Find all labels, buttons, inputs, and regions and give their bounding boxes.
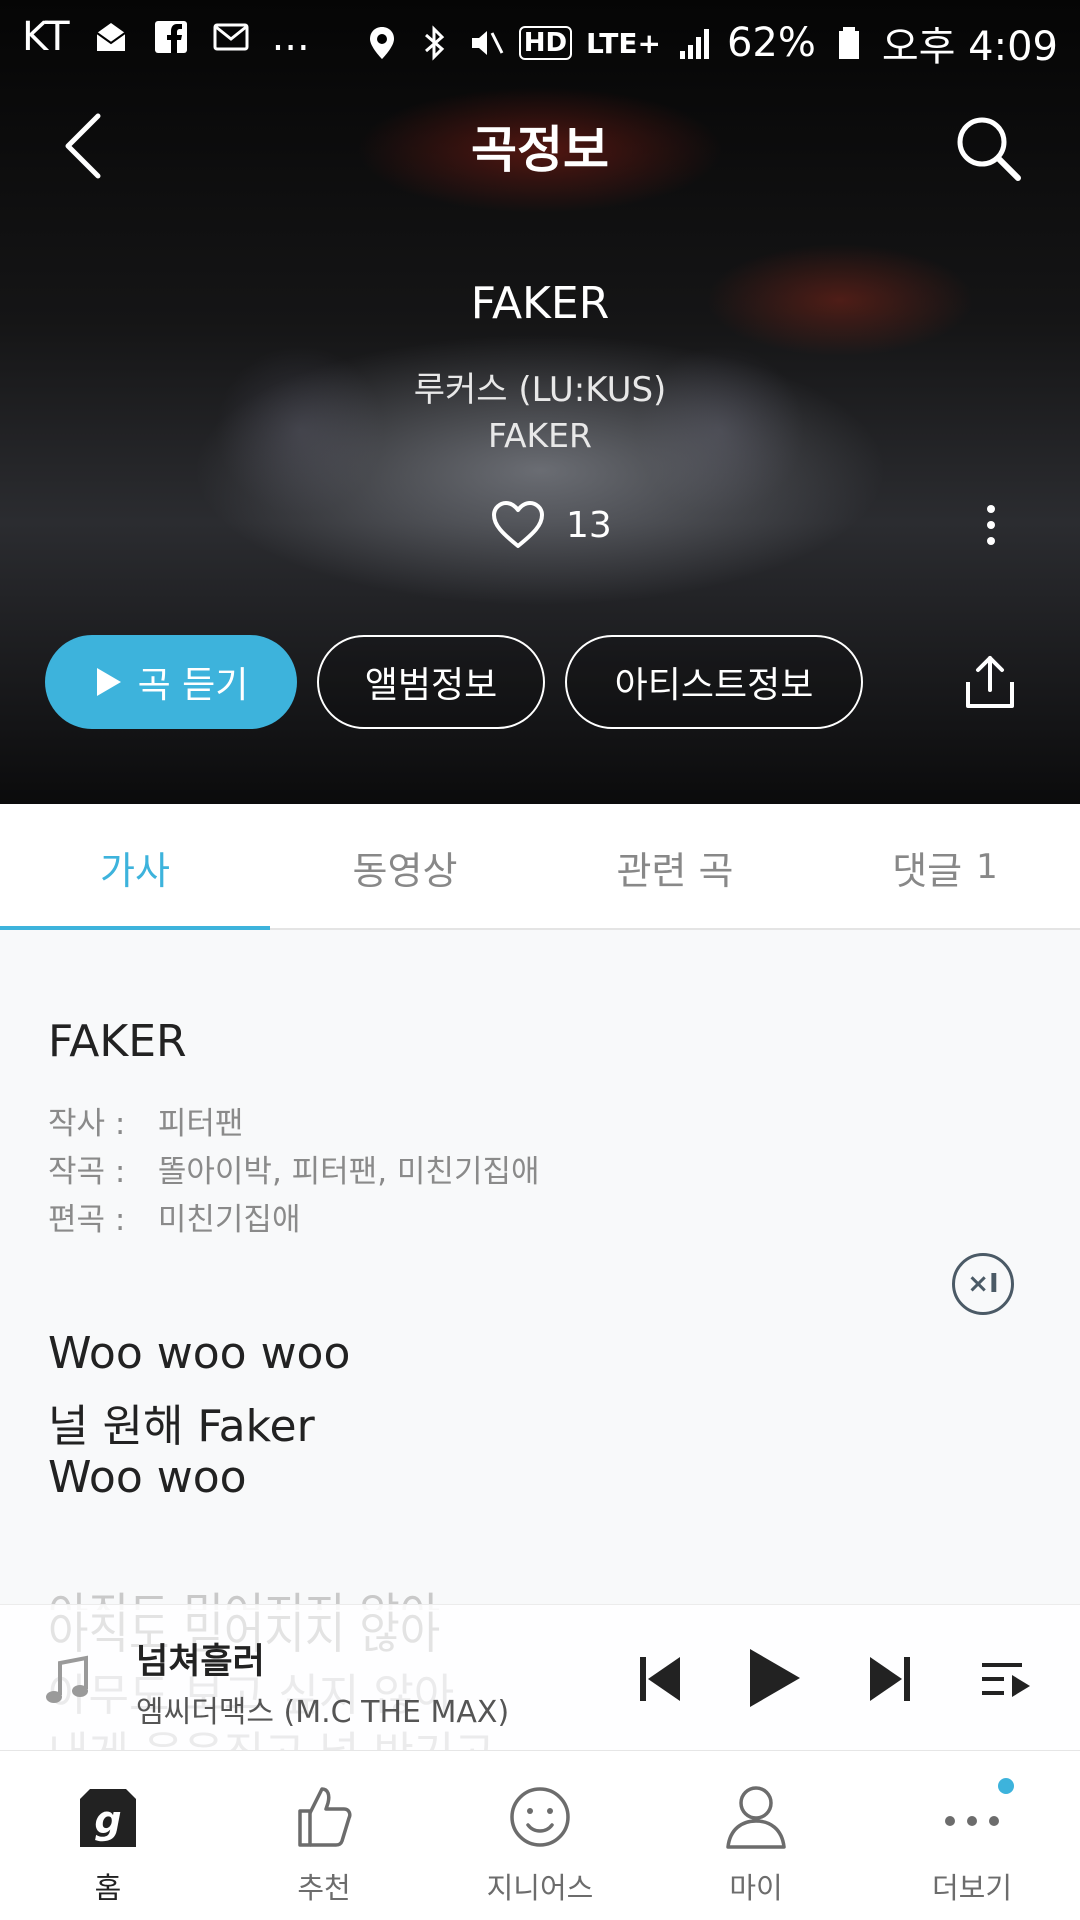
credit-key: 편곡 : bbox=[48, 1202, 126, 1238]
like-button[interactable]: 13 bbox=[490, 500, 612, 550]
nav-home-label: 홈 bbox=[94, 1871, 122, 1905]
share-icon bbox=[966, 656, 1014, 708]
heart-icon bbox=[492, 501, 544, 548]
lyrics-toggle-label: ×I bbox=[967, 1269, 999, 1299]
credit-value: 피터팬 bbox=[157, 1106, 244, 1142]
play-button[interactable] bbox=[742, 1645, 804, 1711]
tab-videos[interactable]: 동영상 bbox=[270, 804, 540, 930]
lyrics-toggle-button[interactable]: ×I bbox=[952, 1253, 1014, 1315]
location-icon bbox=[363, 24, 401, 62]
credit-lyricist: 작사 : 피터팬 bbox=[48, 1098, 243, 1143]
lyrics-song-title: FAKER bbox=[48, 1016, 187, 1067]
mail-notification-icon bbox=[92, 18, 130, 56]
lyric-line: 널 원해 Faker bbox=[48, 1401, 315, 1452]
artist-info-label: 아티스트정보 bbox=[614, 665, 814, 706]
tab-comments-label: 댓글 bbox=[892, 848, 963, 893]
next-button[interactable] bbox=[866, 1649, 914, 1709]
play-icon bbox=[96, 668, 121, 696]
artist-name[interactable]: 루커스 (LU:KUS) bbox=[0, 362, 1080, 411]
search-icon bbox=[957, 117, 1021, 181]
playlist-icon bbox=[982, 1663, 1030, 1697]
svg-text:g: g bbox=[94, 1798, 121, 1842]
nav-genius[interactable]: 지니어스 bbox=[432, 1751, 648, 1920]
listen-label: 곡 듣기 bbox=[137, 665, 249, 706]
album-info-button[interactable]: 앨범정보 bbox=[317, 635, 545, 729]
page-title: 곡정보 bbox=[471, 121, 609, 179]
credit-key: 작곡 : bbox=[48, 1154, 126, 1190]
lyric-line: Woo woo bbox=[48, 1452, 247, 1503]
artist-info-button[interactable]: 아티스트정보 bbox=[565, 635, 863, 729]
more-options-button[interactable] bbox=[976, 502, 1006, 548]
skip-previous-icon bbox=[640, 1657, 680, 1701]
credit-value: 똘아이박, 피터팬, 미친기집애 bbox=[157, 1154, 540, 1190]
nav-recommend-label: 추천 bbox=[297, 1871, 351, 1905]
song-title: FAKER bbox=[470, 278, 610, 329]
nav-my[interactable]: 마이 bbox=[648, 1751, 864, 1920]
tab-lyrics-label: 가사 bbox=[100, 848, 170, 893]
bluetooth-icon bbox=[415, 24, 453, 62]
new-badge-dot bbox=[998, 1778, 1014, 1794]
tab-lyrics[interactable]: 가사 bbox=[0, 804, 270, 930]
mute-icon bbox=[467, 24, 505, 62]
skip-next-icon bbox=[870, 1657, 910, 1701]
person-icon bbox=[724, 1781, 788, 1851]
battery-percent: 62% bbox=[726, 20, 816, 66]
notification-overflow: ... bbox=[271, 14, 310, 60]
search-button[interactable] bbox=[952, 112, 1024, 184]
playlist-button[interactable] bbox=[978, 1649, 1034, 1709]
gmail-icon bbox=[212, 18, 250, 56]
credit-arranger: 편곡 : 미친기집애 bbox=[48, 1194, 300, 1239]
detail-tabs: 가사 동영상 관련 곡 댓글 1 bbox=[0, 804, 1080, 932]
listen-button[interactable]: 곡 듣기 bbox=[45, 635, 297, 729]
nav-more[interactable]: 더보기 bbox=[864, 1751, 1080, 1920]
nav-more-label: 더보기 bbox=[931, 1871, 1013, 1905]
tab-videos-label: 동영상 bbox=[352, 848, 458, 893]
nav-genius-label: 지니어스 bbox=[486, 1871, 594, 1905]
album-info-label: 앨범정보 bbox=[364, 665, 498, 706]
thumbs-up-icon bbox=[292, 1781, 356, 1851]
comment-count: 1 bbox=[976, 847, 998, 887]
clock: 오후 4:09 bbox=[881, 24, 1058, 70]
now-playing-artist: 엠씨더맥스 (M.C THE MAX) bbox=[136, 1695, 510, 1730]
status-bar: KT ... HD LTE+ 62% 오후 4:09 bbox=[0, 0, 1080, 74]
smile-icon bbox=[508, 1781, 572, 1851]
carrier-label: KT bbox=[22, 14, 70, 60]
facebook-icon bbox=[152, 18, 190, 56]
network-type: LTE+ bbox=[586, 26, 661, 60]
lyrics-panel: FAKER 작사 : 피터팬 작곡 : 똘아이박, 피터팬, 미친기집애 편곡 … bbox=[0, 930, 1080, 1610]
nav-home[interactable]: g 홈 bbox=[0, 1751, 216, 1920]
mini-player[interactable]: 아직도 믿어지지 않아 아무도 보고 싶지 않아 내게 웃음짓고 널 반기고 넘… bbox=[0, 1604, 1080, 1779]
previous-button[interactable] bbox=[636, 1649, 684, 1709]
tab-comments[interactable]: 댓글 1 bbox=[810, 804, 1080, 930]
lyric-line: Woo woo woo bbox=[48, 1328, 351, 1379]
tab-related-songs-label: 관련 곡 bbox=[616, 848, 734, 893]
song-hero: KT ... HD LTE+ 62% 오후 4:09 곡정보 FAKER 루커스… bbox=[0, 0, 1080, 804]
more-dots-icon bbox=[940, 1781, 1004, 1851]
battery-icon bbox=[830, 24, 868, 62]
like-count: 13 bbox=[566, 504, 612, 546]
album-name[interactable]: FAKER bbox=[0, 416, 1080, 455]
share-button[interactable] bbox=[960, 652, 1020, 712]
nav-recommend[interactable]: 추천 bbox=[216, 1751, 432, 1920]
credit-key: 작사 : bbox=[48, 1106, 126, 1142]
now-playing-title: 넘쳐흘러 bbox=[136, 1642, 265, 1682]
bottom-navigation: g 홈 추천 지니어스 마이 더보기 bbox=[0, 1750, 1080, 1920]
genie-home-icon: g bbox=[76, 1781, 140, 1851]
tab-related-songs[interactable]: 관련 곡 bbox=[540, 804, 810, 930]
play-icon bbox=[750, 1649, 800, 1707]
credit-composer: 작곡 : 똘아이박, 피터팬, 미친기집애 bbox=[48, 1146, 540, 1191]
hd-voice-indicator: HD bbox=[518, 26, 573, 60]
signal-icon bbox=[675, 24, 713, 62]
music-note-icon bbox=[44, 1655, 92, 1707]
vertical-dots-icon bbox=[987, 505, 995, 545]
nav-my-label: 마이 bbox=[729, 1871, 783, 1905]
credit-value: 미친기집애 bbox=[157, 1202, 301, 1238]
